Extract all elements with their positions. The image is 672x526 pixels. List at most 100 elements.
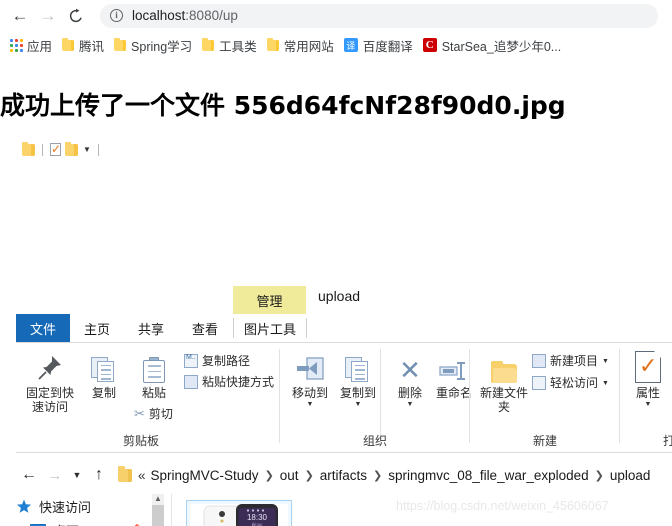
chevron-down-icon[interactable]: ▼ — [645, 401, 652, 408]
new-folder-button[interactable]: 新建文件夹 — [478, 349, 530, 414]
back-icon[interactable]: ← — [6, 2, 34, 30]
move-to-icon — [295, 349, 325, 383]
ribbon-group-label: 打开 — [662, 434, 672, 448]
new-item-button[interactable]: 新建项目 ▼ — [532, 352, 609, 369]
bookmark-common-sites[interactable]: 常用网站 — [262, 34, 339, 56]
apps-grid-icon — [10, 38, 23, 52]
forward-icon[interactable]: → — [42, 467, 68, 484]
folder-icon[interactable] — [22, 141, 35, 156]
address-bar[interactable]: i localhost:8080/up — [100, 3, 658, 28]
copy-path-label: 复制路径 — [202, 354, 251, 368]
paste-shortcut-button[interactable]: 粘贴快捷方式 — [184, 373, 274, 390]
scroll-up-icon[interactable]: ▲ — [152, 494, 164, 504]
bookmark-spring-study[interactable]: Spring学习 — [109, 34, 197, 56]
navigation-scrollbar[interactable]: ▲ — [152, 494, 164, 526]
watermark-text: https://blog.csdn.net/weixin_45606067 — [396, 499, 609, 513]
move-to-button[interactable]: 移动到 ▼ — [284, 349, 336, 408]
chevron-down-icon[interactable]: ▼ — [307, 401, 314, 408]
easy-access-icon — [532, 375, 546, 390]
new-folder-label: 新建文件夹 — [479, 386, 528, 414]
pin-icon — [35, 349, 65, 383]
navigation-pane: 快速访问 桌面 📌 ⬇ 下载 📌 文档 📌 — [16, 494, 146, 526]
reload-icon[interactable] — [62, 2, 90, 30]
file-tile[interactable]: 18:30 MEIZU MEIZU 944a780 — [186, 500, 292, 526]
breadcrumb-item[interactable]: SpringMVC-Study — [151, 468, 259, 483]
bookmark-label: StarSea_追梦少年0... — [441, 39, 562, 54]
new-item-label: 新建项目 — [550, 354, 599, 368]
copy-button[interactable]: 复制 — [78, 349, 130, 400]
customize-caret-icon[interactable]: ▼ — [83, 145, 91, 154]
breadcrumb-item[interactable]: upload — [610, 468, 651, 483]
toolbar-divider — [42, 143, 43, 156]
arrow-up-icon[interactable]: ↑ — [86, 466, 112, 484]
pin-to-quick-access-button[interactable]: 固定到快速访问 — [24, 349, 76, 414]
bookmark-baidu-translate[interactable]: 译 百度翻译 — [339, 34, 418, 56]
folder-icon[interactable] — [65, 141, 78, 156]
paste-shortcut-label: 粘贴快捷方式 — [202, 375, 275, 389]
file-grid: 18:30 MEIZU MEIZU 944a780 — [186, 500, 292, 526]
paste-label: 粘贴 — [141, 386, 166, 400]
copy-icon — [91, 349, 117, 383]
ribbon-group-label: 组织 — [362, 434, 387, 448]
bookmarks-bar: 应用 腾讯 Spring学习 工具类 常用网站 译 百度翻译 C StarSea… — [0, 31, 672, 59]
bookmark-label: 应用 — [27, 39, 53, 54]
forward-icon[interactable]: → — [34, 2, 62, 30]
ribbon: 固定到快速访问 复制 粘贴 复制路径 — [16, 342, 672, 453]
chevron-down-icon[interactable]: ▼ — [68, 470, 86, 480]
tab-divider — [233, 318, 234, 338]
scrollbar-thumb[interactable] — [152, 505, 164, 526]
breadcrumb[interactable]: « SpringMVC-Study ❯ out ❯ artifacts ❯ sp… — [138, 468, 650, 483]
tab-file[interactable]: 文件 — [16, 314, 70, 342]
tab-share[interactable]: 共享 — [124, 314, 178, 342]
bookmark-label: 工具类 — [219, 39, 257, 54]
chevron-down-icon[interactable]: ▼ — [602, 358, 609, 365]
cut-button[interactable]: ✂ 剪切 — [134, 405, 173, 422]
bookmark-apps[interactable]: 应用 — [5, 34, 57, 56]
ribbon-group-new: 新建文件夹 新建项目 ▼ 轻松访问 ▼ 新建 — [470, 343, 620, 453]
breadcrumb-item[interactable]: artifacts — [320, 468, 367, 483]
rename-icon — [438, 349, 470, 383]
bookmark-starsea-csdn[interactable]: C StarSea_追梦少年0... — [418, 34, 567, 56]
contextual-tab-manage[interactable]: 管理 — [233, 286, 306, 314]
tab-picture-tools[interactable]: 图片工具 — [237, 314, 303, 342]
url-text: localhost:8080/up — [132, 8, 238, 23]
paste-button[interactable]: 粘贴 — [128, 349, 180, 400]
nav-item-desktop[interactable]: 桌面 📌 — [16, 518, 146, 526]
toolbar-divider — [97, 143, 99, 156]
breadcrumb-item[interactable]: out — [280, 468, 299, 483]
info-circle-icon[interactable]: i — [110, 9, 123, 22]
phone-photo-thumbnail: 18:30 MEIZU MEIZU — [190, 504, 288, 526]
chevron-down-icon[interactable]: ▼ — [355, 401, 362, 408]
breadcrumb-item[interactable]: springmvc_08_file_war_exploded — [388, 468, 588, 483]
breadcrumb-overflow[interactable]: « — [138, 468, 146, 483]
easy-access-button[interactable]: 轻松访问 ▼ — [532, 374, 609, 391]
bookmark-tencent[interactable]: 腾讯 — [57, 34, 109, 56]
nav-item-label: 快速访问 — [39, 499, 92, 515]
copy-to-button[interactable]: 复制到 ▼ — [332, 349, 384, 408]
properties-button[interactable]: 属性 ▼ — [622, 349, 672, 408]
ribbon-group-open: 属性 ▼ 打 编 历 打开 — [620, 343, 672, 453]
copy-path-button[interactable]: 复制路径 — [184, 352, 250, 369]
easy-access-label: 轻松访问 — [550, 376, 599, 390]
explorer-address-bar: ← → ▼ ↑ « SpringMVC-Study ❯ out ❯ artifa… — [16, 456, 672, 494]
delete-icon: ✕ — [399, 355, 421, 385]
bookmark-tools[interactable]: 工具类 — [197, 34, 262, 56]
tab-view[interactable]: 查看 — [178, 314, 232, 342]
page-title: 成功上传了一个文件 556d64fcNf28f90d0.jpg — [0, 91, 566, 120]
new-item-icon — [532, 353, 546, 368]
tab-home[interactable]: 主页 — [70, 314, 124, 342]
pane-divider[interactable] — [171, 494, 172, 526]
chevron-right-icon: ❯ — [373, 469, 383, 482]
url-path: :8080/up — [185, 8, 238, 23]
properties-icon[interactable] — [50, 142, 61, 156]
explorer-window-title: upload — [318, 288, 361, 304]
chevron-right-icon: ❯ — [594, 469, 604, 482]
ribbon-group-label: 新建 — [532, 434, 557, 448]
scissors-icon: ✂ — [134, 405, 145, 421]
nav-item-label: 桌面 — [53, 521, 79, 526]
chevron-down-icon[interactable]: ▼ — [602, 380, 609, 387]
chevron-down-icon[interactable]: ▼ — [407, 401, 414, 408]
properties-icon — [635, 349, 661, 383]
nav-item-quick-access[interactable]: 快速访问 — [16, 494, 146, 518]
back-icon[interactable]: ← — [16, 466, 42, 484]
